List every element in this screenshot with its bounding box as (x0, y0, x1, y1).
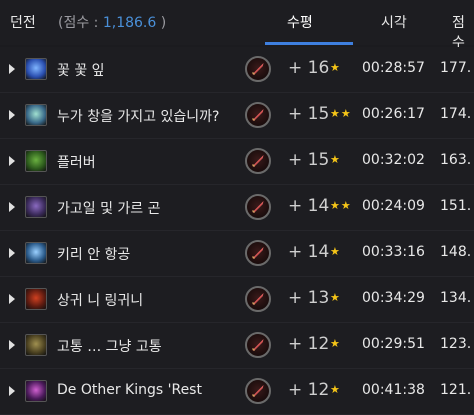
sword-affix-icon (245, 378, 271, 404)
dungeon-icon (25, 288, 47, 310)
score-prefix: (점수 : (58, 15, 103, 31)
score-suffix: ) (156, 15, 167, 31)
caret-right-icon[interactable] (9, 202, 15, 212)
dungeon-name: De Other Kings 'Rest (57, 382, 202, 398)
dungeon-row[interactable]: 꽃 꽃 잎 + 16 ★ 00:28:57 177. (0, 47, 474, 93)
run-score: 177. (440, 60, 472, 76)
star-icon: ★ (330, 337, 341, 350)
star-icon: ★★ (330, 199, 352, 212)
star-icon: ★ (330, 245, 341, 258)
dungeon-icon (25, 334, 47, 356)
keystone-level: + 13 (288, 288, 330, 308)
dungeon-row[interactable]: 고통 … 그냥 고통 + 12 ★ 00:29:51 123. (0, 323, 474, 369)
dungeon-name: 플러버 (57, 155, 96, 171)
sword-affix-icon (245, 332, 271, 358)
sword-affix-icon (245, 240, 271, 266)
caret-right-icon[interactable] (9, 156, 15, 166)
time-column-header[interactable]: 시각 (381, 12, 407, 32)
run-time: 00:28:57 (362, 60, 425, 76)
dungeon-row[interactable]: 가고일 및 가르 곤 + 14 ★★ 00:24:09 151. (0, 185, 474, 231)
run-score: 123. (440, 336, 472, 352)
run-score: 151. (440, 198, 472, 214)
run-time: 00:29:51 (362, 336, 425, 352)
run-time: 00:34:29 (362, 290, 425, 306)
run-score: 174. (440, 106, 472, 122)
star-icon: ★ (330, 383, 341, 396)
dungeon-name: 상귀 니 링귀니 (57, 293, 144, 309)
dungeon-name: 누가 창을 가지고 있습니까? (57, 109, 220, 125)
dungeon-icon (25, 104, 47, 126)
dungeon-name: 꽃 꽃 잎 (57, 63, 105, 79)
keystone-level: + 15 (288, 104, 330, 124)
star-icon: ★★ (330, 107, 352, 120)
total-score: (점수 : 1,186.6 ) (58, 12, 166, 32)
dungeon-name: 고통 … 그냥 고통 (57, 339, 162, 355)
keystone-level: + 16 (288, 58, 330, 78)
dungeon-icon (25, 58, 47, 80)
star-icon: ★ (330, 291, 341, 304)
keystone-level: + 14 (288, 242, 330, 262)
keystone-level: + 14 (288, 196, 330, 216)
star-icon: ★ (330, 153, 341, 166)
total-score-value: 1,186.6 (102, 15, 157, 31)
dungeon-row[interactable]: 누가 창을 가지고 있습니까? + 15 ★★ 00:26:17 174. (0, 93, 474, 139)
caret-right-icon[interactable] (9, 386, 15, 396)
caret-right-icon[interactable] (9, 294, 15, 304)
dungeon-column-header[interactable]: 던전 (10, 12, 36, 32)
score-column-header[interactable]: 점수 (452, 12, 474, 52)
run-time: 00:32:02 (362, 152, 425, 168)
keystone-level: + 12 (288, 334, 330, 354)
dungeon-name: 가고일 및 가르 곤 (57, 201, 161, 217)
sword-affix-icon (245, 286, 271, 312)
dungeon-icon (25, 150, 47, 172)
caret-right-icon[interactable] (9, 340, 15, 350)
run-score: 121. (440, 382, 472, 398)
keystone-level: + 12 (288, 380, 330, 400)
run-score: 148. (440, 244, 472, 260)
run-score: 163. (440, 152, 472, 168)
dungeon-row[interactable]: 키리 안 항공 + 14 ★ 00:33:16 148. (0, 231, 474, 277)
dungeon-icon (25, 196, 47, 218)
run-time: 00:41:38 (362, 382, 425, 398)
dungeon-icon (25, 242, 47, 264)
sword-affix-icon (245, 102, 271, 128)
dungeon-name: 키리 안 항공 (57, 247, 131, 263)
dungeon-row[interactable]: De Other Kings 'Rest + 12 ★ 00:41:38 121. (0, 369, 474, 415)
dungeon-row[interactable]: 상귀 니 링귀니 + 13 ★ 00:34:29 134. (0, 277, 474, 323)
caret-right-icon[interactable] (9, 64, 15, 74)
caret-right-icon[interactable] (9, 110, 15, 120)
run-time: 00:33:16 (362, 244, 425, 260)
level-column-header[interactable]: 수평 (287, 12, 313, 32)
dungeon-icon (25, 380, 47, 402)
sword-affix-icon (245, 194, 271, 220)
table-header: 던전 (점수 : 1,186.6 ) 수평 시각 점수 (0, 0, 474, 51)
run-time: 00:26:17 (362, 106, 425, 122)
sword-affix-icon (245, 148, 271, 174)
caret-right-icon[interactable] (9, 248, 15, 258)
sort-indicator (265, 42, 353, 45)
sword-affix-icon (245, 56, 271, 82)
star-icon: ★ (330, 61, 341, 74)
run-time: 00:24:09 (362, 198, 425, 214)
run-score: 134. (440, 290, 472, 306)
keystone-level: + 15 (288, 150, 330, 170)
dungeon-row[interactable]: 플러버 + 15 ★ 00:32:02 163. (0, 139, 474, 185)
